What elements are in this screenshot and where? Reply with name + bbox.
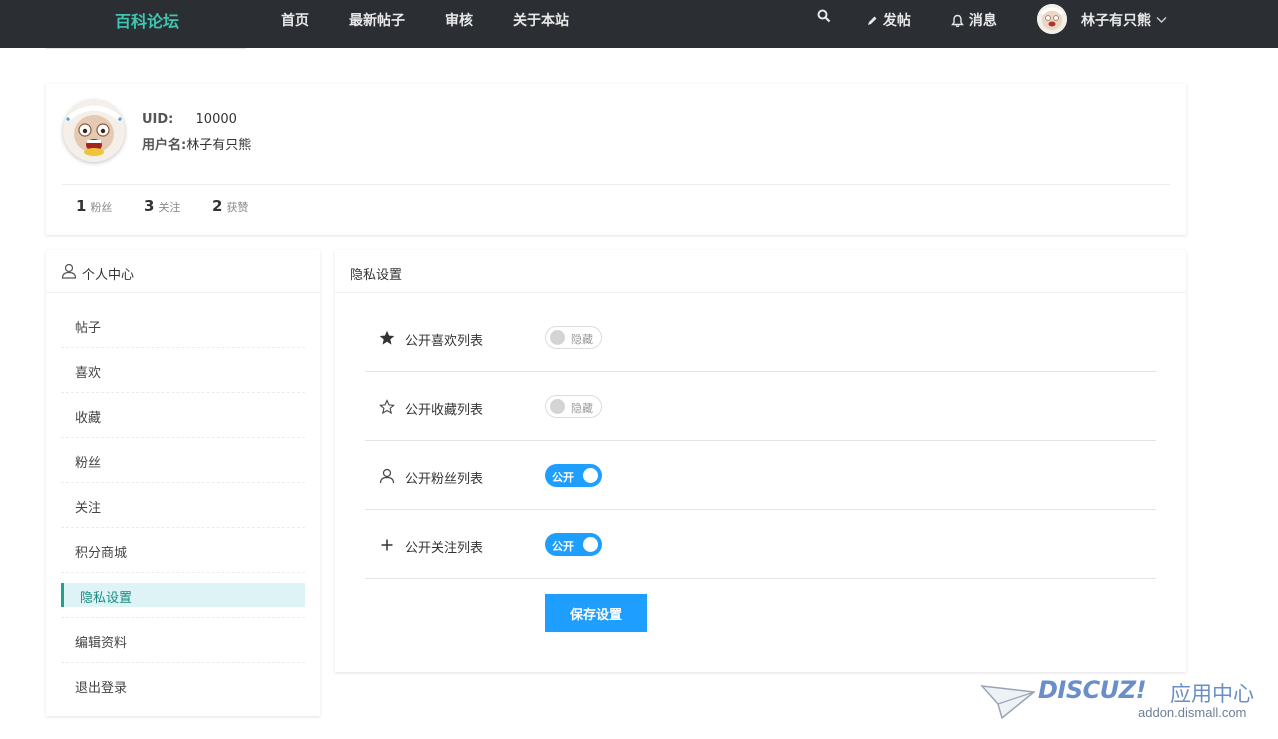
stat-following[interactable]: 3 关注 (144, 197, 180, 215)
nav-review[interactable]: 审核 (445, 10, 473, 30)
stat-likes-count: 2 (212, 197, 223, 215)
profile-avatar (63, 100, 125, 162)
nav-about[interactable]: 关于本站 (513, 10, 569, 30)
uid-value: 10000 (195, 112, 237, 127)
following-privacy-toggle[interactable]: 公开 (545, 533, 602, 556)
sidebar-item-label: 喜欢 (75, 366, 102, 381)
new-post-button[interactable]: 发帖 (866, 10, 911, 30)
uid-label: UID: (142, 112, 174, 127)
fans-privacy-toggle[interactable]: 公开 (545, 464, 602, 487)
setting-label: 公开关注列表 (405, 541, 484, 556)
top-nav-bar: 百科论坛 首页 最新帖子 审核 关于本站 发帖 消息 林子有只熊 (0, 0, 1278, 48)
setting-row-following: 公开关注列表 公开 (365, 510, 1156, 579)
profile-card: UID: 10000 用户名:林子有只熊 1 粉丝 3 关注 2 获赞 (46, 84, 1186, 235)
setting-row-likes: 公开喜欢列表 隐藏 (365, 303, 1156, 372)
privacy-panel: 隐私设置 公开喜欢列表 隐藏 公开收藏列表 隐藏 公开粉丝列表 公开 公开关注列… (335, 250, 1186, 672)
favorites-privacy-toggle[interactable]: 隐藏 (545, 395, 602, 418)
bell-icon (951, 14, 964, 28)
sidebar-item-logout[interactable]: 退出登录 (61, 663, 305, 708)
search-icon[interactable] (817, 9, 831, 27)
setting-label: 公开收藏列表 (405, 403, 484, 418)
username-value: 林子有只熊 (186, 138, 252, 153)
username-row: 用户名:林子有只熊 (142, 134, 251, 153)
toggle-label: 隐藏 (571, 402, 593, 415)
sidebar-item-label: 积分商城 (75, 546, 128, 561)
setting-row-favorites: 公开收藏列表 隐藏 (365, 372, 1156, 441)
chevron-down-icon[interactable] (1156, 12, 1167, 28)
toggle-knob (583, 468, 598, 483)
sidebar-item-following[interactable]: 关注 (61, 483, 305, 528)
sidebar-item-label: 收藏 (75, 411, 102, 426)
sidebar-item-label: 关注 (75, 501, 102, 516)
watermark: DISCUZ! 应用中心 addon.dismall.com (980, 676, 1270, 726)
watermark-brand: DISCUZ! (1038, 676, 1147, 704)
stat-fans-label: 粉丝 (90, 201, 113, 214)
star-outline-icon (379, 399, 395, 419)
plus-icon (379, 537, 395, 557)
toggle-label: 隐藏 (571, 333, 593, 346)
panel-header: 隐私设置 (335, 250, 1186, 293)
toggle-knob (583, 537, 598, 552)
paper-plane-icon (980, 685, 1036, 720)
setting-label: 公开喜欢列表 (405, 334, 484, 349)
sidebar-item-points-mall[interactable]: 积分商城 (61, 528, 305, 573)
save-settings-button[interactable]: 保存设置 (545, 594, 647, 632)
user-icon (61, 263, 77, 283)
sidebar-item-label: 编辑资料 (75, 636, 128, 651)
user-avatar[interactable] (1037, 4, 1067, 34)
watermark-cn: 应用中心 (1170, 682, 1254, 706)
panel-title: 隐私设置 (350, 268, 403, 283)
sidebar-item-fans[interactable]: 粉丝 (61, 438, 305, 483)
sidebar-item-label: 隐私设置 (80, 591, 133, 606)
watermark-url: addon.dismall.com (1138, 705, 1247, 720)
setting-label: 公开粉丝列表 (405, 472, 484, 487)
nav-latest-posts[interactable]: 最新帖子 (349, 10, 405, 30)
sidebar-item-label: 退出登录 (75, 681, 128, 696)
user-name-menu[interactable]: 林子有只熊 (1081, 10, 1151, 30)
stat-fans[interactable]: 1 粉丝 (76, 197, 112, 215)
site-logo[interactable]: 百科论坛 (115, 8, 179, 32)
stat-following-label: 关注 (158, 201, 181, 214)
toggle-label: 公开 (552, 471, 574, 484)
nav-home[interactable]: 首页 (281, 10, 309, 30)
likes-privacy-toggle[interactable]: 隐藏 (545, 326, 602, 349)
sidebar: 个人中心 帖子 喜欢 收藏 粉丝 关注 积分商城 隐私设置 编辑资料 退出登录 (46, 250, 320, 716)
sidebar-item-likes[interactable]: 喜欢 (61, 348, 305, 393)
pencil-icon (868, 16, 877, 25)
stat-following-count: 3 (144, 197, 155, 215)
toggle-label: 公开 (552, 540, 574, 553)
sidebar-item-favorites[interactable]: 收藏 (61, 393, 305, 438)
messages-label: 消息 (968, 13, 997, 29)
star-filled-icon (379, 330, 395, 350)
sidebar-header: 个人中心 (46, 250, 320, 293)
stat-fans-count: 1 (76, 197, 87, 215)
messages-button[interactable]: 消息 (951, 10, 997, 30)
sidebar-item-privacy[interactable]: 隐私设置 (61, 573, 305, 618)
sidebar-item-label: 帖子 (75, 321, 102, 336)
sidebar-item-posts[interactable]: 帖子 (61, 303, 305, 348)
sidebar-item-edit-profile[interactable]: 编辑资料 (61, 618, 305, 663)
sidebar-item-label: 粉丝 (75, 456, 102, 471)
stat-likes[interactable]: 2 获赞 (212, 197, 248, 215)
nav-underline-divider (46, 48, 246, 49)
setting-row-fans: 公开粉丝列表 公开 (365, 441, 1156, 510)
sidebar-title: 个人中心 (82, 268, 135, 283)
uid-row: UID: 10000 (142, 112, 237, 127)
new-post-label: 发帖 (882, 13, 911, 29)
username-label: 用户名: (142, 138, 187, 153)
stat-likes-label: 获赞 (226, 201, 249, 214)
profile-divider (62, 184, 1170, 185)
user-icon (379, 468, 395, 488)
toggle-knob (550, 399, 565, 414)
toggle-knob (550, 330, 565, 345)
